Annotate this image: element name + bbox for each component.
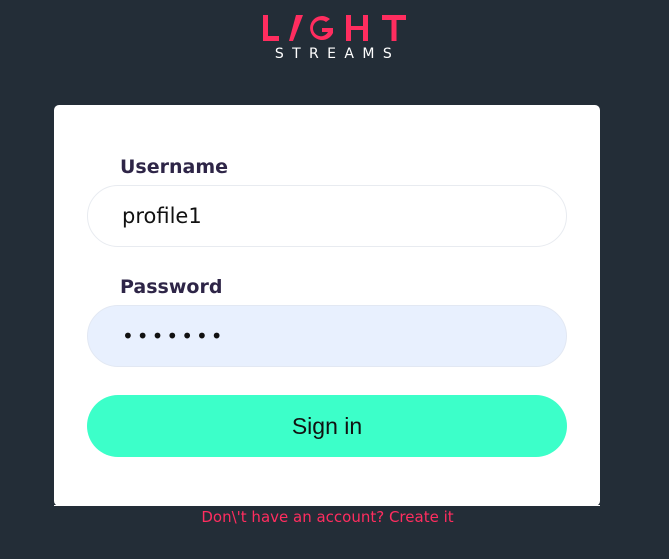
create-account-link[interactable]: Don\'t have an account? Create it: [0, 508, 655, 526]
logo-subtitle: STREAMS: [274, 46, 401, 62]
card-divider: [54, 505, 600, 506]
password-label: Password: [120, 276, 223, 298]
username-label: Username: [120, 156, 229, 178]
login-card: Username profile1 Password ••••••• Sign …: [54, 105, 600, 506]
login-page: STREAMS Username profile1 Password •••••…: [0, 0, 669, 559]
logo-wordmark: [0, 10, 669, 46]
password-input[interactable]: •••••••: [87, 305, 567, 367]
sign-in-button[interactable]: Sign in: [87, 395, 567, 457]
brand-logo: STREAMS: [0, 10, 669, 62]
logo-wordmark-svg: [262, 15, 406, 41]
username-input[interactable]: profile1: [87, 185, 567, 247]
